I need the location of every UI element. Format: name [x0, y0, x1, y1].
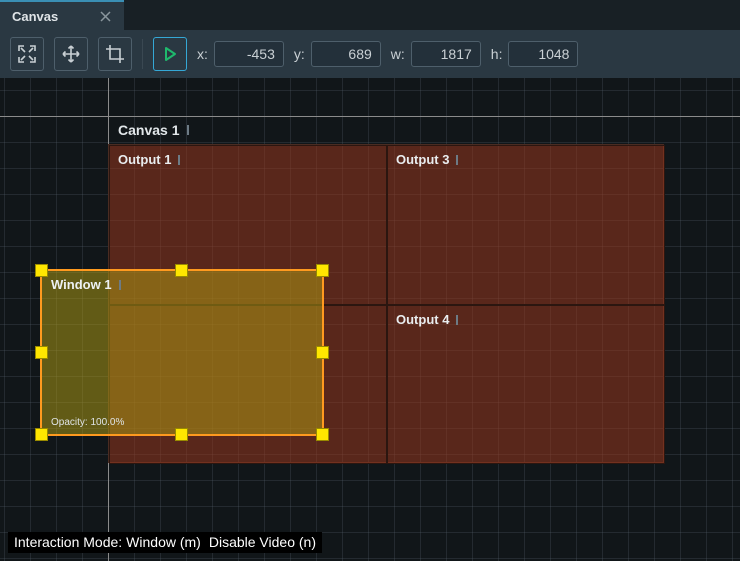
output-4-label-text: Output 4 — [396, 312, 449, 327]
coord-x-input[interactable] — [214, 41, 284, 67]
output-1-label: Output 1 — [118, 152, 180, 167]
resize-handle-top-left[interactable] — [35, 264, 48, 277]
canvas-label-text: Canvas 1 — [118, 122, 179, 138]
canvas-panel: Canvas — [0, 0, 740, 561]
resize-handle-middle-right[interactable] — [316, 346, 329, 359]
output-4[interactable]: Output 4 — [387, 305, 665, 464]
toolbar-divider — [142, 39, 143, 69]
window-label[interactable]: Window 1 — [51, 277, 121, 292]
canvas-viewport[interactable]: Canvas 1 Output 1 Output 3 — [0, 78, 740, 561]
text-cursor-icon — [456, 315, 458, 325]
status-prefix: Interaction Mode: — [14, 534, 122, 550]
resize-handle-bottom-middle[interactable] — [175, 428, 188, 441]
status-mode: Window (m) — [126, 534, 201, 550]
window-opacity-label: Opacity: 100.0% — [51, 417, 124, 428]
fit-extents-button[interactable] — [10, 37, 44, 71]
coord-h-group: h: — [491, 41, 579, 67]
resize-handle-middle-left[interactable] — [35, 346, 48, 359]
fit-extents-icon — [17, 44, 37, 64]
panel-tabbar: Canvas — [0, 0, 740, 30]
coord-h-input[interactable] — [508, 41, 578, 67]
coord-y-group: y: — [294, 41, 381, 67]
coord-w-group: w: — [391, 41, 481, 67]
coord-x-label: x: — [197, 46, 208, 62]
coord-w-label: w: — [391, 46, 405, 62]
canvas-label[interactable]: Canvas 1 — [108, 116, 189, 144]
tab-title: Canvas — [12, 9, 58, 24]
text-cursor-icon — [187, 125, 189, 135]
crop-icon — [105, 44, 125, 64]
coord-y-label: y: — [294, 46, 305, 62]
output-3-label: Output 3 — [396, 152, 458, 167]
play-icon — [162, 46, 178, 62]
resize-handle-top-right[interactable] — [316, 264, 329, 277]
status-bar: Interaction Mode: Window (m) Disable Vid… — [8, 532, 322, 553]
output-3-label-text: Output 3 — [396, 152, 449, 167]
text-cursor-icon — [119, 280, 121, 290]
selected-window[interactable]: Window 1 Opacity: 100.0% — [40, 269, 324, 436]
text-cursor-icon — [178, 155, 180, 165]
move-tool-button[interactable] — [54, 37, 88, 71]
coord-x-group: x: — [197, 41, 284, 67]
coord-h-label: h: — [491, 46, 503, 62]
text-cursor-icon — [456, 155, 458, 165]
move-icon — [61, 44, 81, 64]
output-3[interactable]: Output 3 — [387, 145, 665, 305]
coord-y-input[interactable] — [311, 41, 381, 67]
coord-w-input[interactable] — [411, 41, 481, 67]
status-extra: Disable Video (n) — [209, 534, 316, 550]
crop-tool-button[interactable] — [98, 37, 132, 71]
resize-handle-top-middle[interactable] — [175, 264, 188, 277]
resize-handle-bottom-left[interactable] — [35, 428, 48, 441]
play-button[interactable] — [153, 37, 187, 71]
tab-canvas[interactable]: Canvas — [0, 0, 124, 30]
resize-handle-bottom-right[interactable] — [316, 428, 329, 441]
close-icon[interactable] — [98, 9, 112, 23]
window-label-text: Window 1 — [51, 277, 112, 292]
canvas-toolbar: x: y: w: h: — [0, 30, 740, 78]
output-4-label: Output 4 — [396, 312, 458, 327]
output-1-label-text: Output 1 — [118, 152, 171, 167]
